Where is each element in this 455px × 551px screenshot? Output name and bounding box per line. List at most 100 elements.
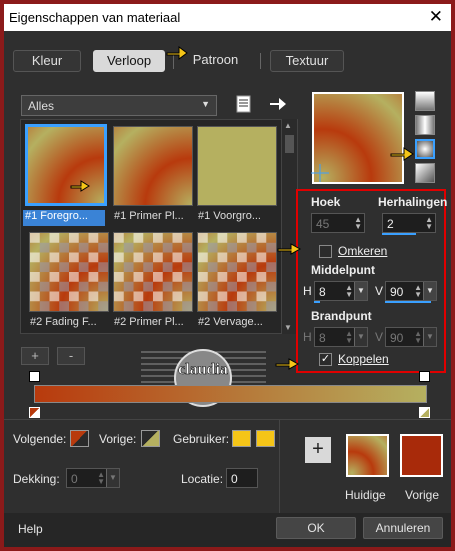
location-label: Locatie: xyxy=(181,472,224,486)
gradient-label: #2 Fading F... xyxy=(30,316,97,328)
angle-label: Hoek xyxy=(311,195,341,209)
gradient-tile-solid[interactable] xyxy=(197,126,277,206)
chevron-down-icon[interactable]: ▼ xyxy=(423,282,436,300)
gradient-label: #1 Foregro... xyxy=(23,210,105,226)
hand-pointer-icon xyxy=(277,243,302,255)
tab-patroon[interactable]: Patroon xyxy=(179,50,252,72)
add-gradient-button[interactable]: + xyxy=(21,347,49,365)
center-v-label: V xyxy=(375,284,384,298)
user-label: Gebruiker: xyxy=(173,432,230,446)
center-v-level-bar xyxy=(385,301,431,303)
chevron-down-icon[interactable]: ▼ xyxy=(106,469,119,487)
cancel-button[interactable]: Annuleren xyxy=(363,517,443,539)
prev-label: Vorige: xyxy=(99,432,137,446)
repeats-level-bar xyxy=(382,233,416,235)
stop-settings: Volgende: Vorige: Gebruiker: Dekking: 0 … xyxy=(4,419,451,516)
gradient-label: #1 Primer Pl... xyxy=(114,210,184,222)
help-link[interactable]: Help xyxy=(18,522,43,536)
scroll-down-icon[interactable]: ▼ xyxy=(284,323,292,332)
focus-h-value: 8 xyxy=(319,331,326,345)
gradient-list-scrollbar[interactable]: ▲ ▼ xyxy=(281,119,297,334)
repeats-value: 2 xyxy=(387,217,394,231)
user-color-swatch[interactable] xyxy=(232,430,251,447)
gradient-properties: Hoek Herhalingen 45 ▲ ▼ 2 ▲ ▼ Omkeren Midd… xyxy=(296,189,447,373)
prev-color-swatch[interactable] xyxy=(141,430,160,447)
repeats-spinner[interactable]: 2 ▲ ▼ xyxy=(382,213,436,233)
chevron-down-icon[interactable]: ▼ xyxy=(423,328,436,346)
hand-pointer-icon xyxy=(166,46,188,60)
user-color-swatch-2[interactable] xyxy=(256,430,275,447)
link-checkbox[interactable]: ✓ xyxy=(319,353,332,366)
gradient-tile-primary[interactable] xyxy=(113,126,193,206)
spin-arrows-icon[interactable]: ▲ ▼ xyxy=(354,216,362,231)
scroll-up-icon[interactable]: ▲ xyxy=(284,121,292,130)
sunburst-gradient-button[interactable] xyxy=(415,163,435,183)
opacity-stop-start[interactable] xyxy=(29,371,40,382)
crosshair-icon[interactable] xyxy=(311,164,329,182)
tab-divider xyxy=(260,53,261,69)
angle-value: 45 xyxy=(316,217,330,231)
title-bar: Eigenschappen van materiaal ✕ xyxy=(4,4,451,31)
opacity-value: 0 xyxy=(71,472,78,486)
focus-label: Brandpunt xyxy=(311,309,372,323)
spin-arrows-icon[interactable]: ▲ ▼ xyxy=(345,330,353,345)
close-icon[interactable]: ✕ xyxy=(429,7,443,27)
rectangular-gradient-button[interactable] xyxy=(415,115,435,135)
opacity-spinner[interactable]: 0 ▲ ▼ ▼ xyxy=(66,468,120,488)
gradient-tile-primary-fading[interactable] xyxy=(113,232,193,312)
chevron-down-icon: ▼ xyxy=(201,99,210,109)
center-h-spinner[interactable]: 8 ▲ ▼ ▼ xyxy=(314,281,368,301)
svg-text:claudia: claudia xyxy=(178,361,228,378)
hand-pointer-icon xyxy=(275,358,300,370)
ok-button[interactable]: OK xyxy=(276,517,356,539)
category-select[interactable]: Alles ▼ xyxy=(21,95,217,116)
angle-spinner[interactable]: 45 ▲ ▼ xyxy=(311,213,365,233)
tab-verloop[interactable]: Verloop xyxy=(93,50,165,72)
spin-arrows-icon[interactable]: ▲ ▼ xyxy=(97,471,105,486)
arrow-right-icon[interactable] xyxy=(268,95,288,113)
radial-gradient-button[interactable] xyxy=(415,139,435,159)
tab-kleur[interactable]: Kleur xyxy=(13,50,81,72)
scroll-thumb[interactable] xyxy=(285,135,294,153)
location-value: 0 xyxy=(231,472,238,486)
linear-gradient-button[interactable] xyxy=(415,91,435,111)
color-stop-start[interactable] xyxy=(29,407,40,418)
gradient-tile-fading-2[interactable] xyxy=(197,232,277,312)
gradient-tile-fading[interactable] xyxy=(29,232,109,312)
opacity-stop-end[interactable] xyxy=(419,371,430,382)
location-input[interactable]: 0 xyxy=(226,468,258,488)
chevron-down-icon[interactable]: ▼ xyxy=(354,328,367,346)
focus-h-spinner[interactable]: 8 ▲ ▼ ▼ xyxy=(314,327,368,347)
gradient-tile-foreground[interactable] xyxy=(25,124,107,206)
spin-arrows-icon[interactable]: ▲ ▼ xyxy=(425,216,433,231)
center-label: Middelpunt xyxy=(311,263,375,277)
link-label: Koppelen xyxy=(338,352,389,366)
current-material-swatch[interactable] xyxy=(346,434,389,477)
hand-pointer-icon xyxy=(390,147,414,161)
center-v-spinner[interactable]: 90 ▲ ▼ ▼ xyxy=(385,281,437,301)
add-to-swatches-button[interactable]: + xyxy=(305,437,331,463)
gradient-list: #1 Foregro... #1 Primer Pl... #1 Voorgro… xyxy=(20,119,298,334)
library-icon[interactable] xyxy=(234,95,254,113)
spin-arrows-icon[interactable]: ▲ ▼ xyxy=(414,284,422,299)
focus-v-spinner[interactable]: 90 ▲ ▼ ▼ xyxy=(385,327,437,347)
current-label: Huidige xyxy=(345,488,386,502)
tab-textuur[interactable]: Textuur xyxy=(270,50,344,72)
remove-gradient-button[interactable]: - xyxy=(57,347,85,365)
spin-arrows-icon[interactable]: ▲ ▼ xyxy=(345,284,353,299)
color-stop-end[interactable] xyxy=(419,407,430,418)
previous-label: Vorige xyxy=(405,488,440,502)
center-h-level-bar xyxy=(314,301,320,303)
next-color-swatch[interactable] xyxy=(70,430,89,447)
spin-arrows-icon[interactable]: ▲ ▼ xyxy=(414,330,422,345)
invert-checkbox[interactable] xyxy=(319,245,332,258)
hand-pointer-icon xyxy=(70,180,90,192)
gradient-editor-bar[interactable] xyxy=(34,385,427,403)
previous-material-swatch[interactable] xyxy=(400,434,443,477)
chevron-down-icon[interactable]: ▼ xyxy=(354,282,367,300)
gradient-label: #2 Primer Pl... xyxy=(114,316,184,328)
gradient-label: #2 Vervage... xyxy=(198,316,263,328)
section-divider xyxy=(279,420,280,516)
center-h-value: 8 xyxy=(319,285,326,299)
window-title: Eigenschappen van materiaal xyxy=(9,10,181,25)
